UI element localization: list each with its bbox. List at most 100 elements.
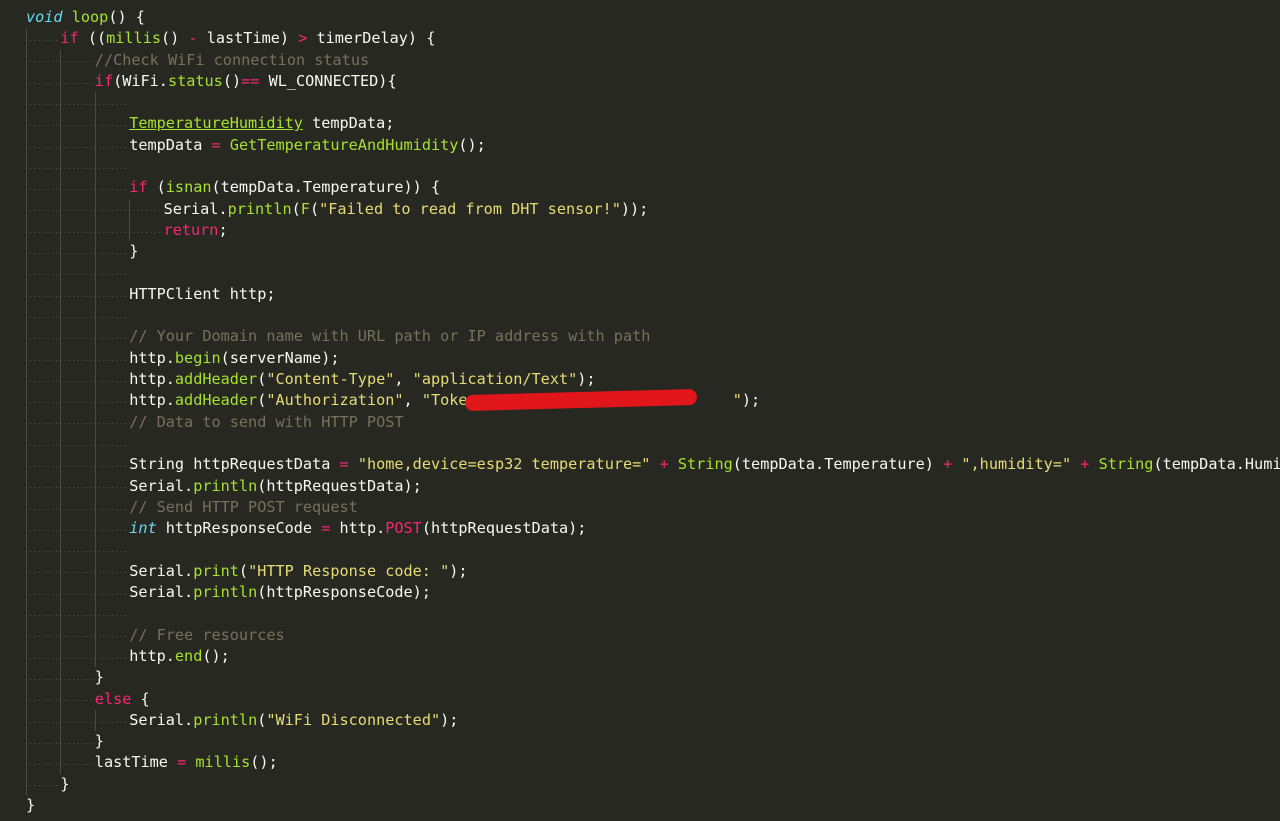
code-content: }: [26, 796, 35, 814]
indent-guide: [26, 156, 27, 178]
indent-guide: [129, 219, 131, 242]
indent-guide: [26, 624, 27, 646]
code-token: ,: [394, 370, 413, 389]
code-line: Serial.println(httpResponseCode);: [0, 582, 1280, 604]
code-token: println: [193, 476, 258, 495]
code-token: Serial.: [163, 199, 228, 218]
code-editor[interactable]: void loop() {if ((millis() - lastTime) >…: [0, 0, 1280, 821]
indent-guide: [94, 560, 96, 583]
code-token: "home,device=esp32 temperature=": [357, 455, 651, 474]
indent-guide: [94, 156, 96, 178]
indent-guide: [60, 113, 62, 135]
indent-guide: [60, 582, 62, 604]
indent-guide: [60, 390, 62, 412]
code-token: lastTime): [197, 29, 299, 48]
indent-guide: [94, 518, 96, 540]
indent-guide: [26, 667, 27, 689]
code-token: else: [94, 689, 132, 708]
whitespace-dots: [26, 752, 95, 774]
whitespace-dots: [26, 390, 130, 412]
code-token: Serial.: [129, 561, 194, 580]
indent-guide: [94, 326, 96, 348]
code-token: millis: [106, 29, 161, 48]
code-token: (: [257, 370, 267, 389]
indent-guide: [94, 539, 96, 561]
code-token: return: [163, 220, 219, 239]
indent-guide: [60, 347, 62, 370]
code-token: http.: [129, 391, 175, 410]
indent-guide: [26, 177, 27, 199]
code-line: //Check WiFi connection status: [0, 49, 1280, 71]
indent-guide: [60, 70, 62, 93]
indent-guide: [94, 709, 96, 732]
code-token: (: [147, 178, 166, 197]
code-token: end: [174, 646, 203, 665]
code-token: ();: [202, 646, 230, 665]
code-line: Serial.print("HTTP Response code: ");: [0, 560, 1280, 583]
code-token: // Send HTTP POST request: [129, 497, 358, 516]
indent-guide: [26, 92, 27, 114]
indent-guide: [26, 305, 27, 327]
code-content: //Check WiFi connection status: [95, 51, 369, 69]
indent-guide: [26, 262, 27, 284]
code-token: millis: [195, 753, 251, 772]
code-line: [0, 305, 1280, 327]
code-token: (httpResponseCode);: [257, 583, 431, 602]
code-token: ();: [458, 135, 486, 154]
indent-guide: [60, 667, 62, 689]
code-line: }: [0, 667, 1280, 689]
code-line: void loop() {: [0, 7, 1280, 28]
indent-guide: [60, 283, 62, 306]
indent-guide: [60, 411, 62, 433]
whitespace-dots: [26, 326, 130, 348]
code-content: Serial.println(httpRequestData);: [129, 477, 422, 495]
indent-guide: [60, 49, 62, 71]
code-token: =: [339, 455, 349, 474]
indent-guide: [60, 731, 62, 753]
whitespace-dots: [26, 432, 130, 455]
code-line: HTTPClient http;: [0, 283, 1280, 306]
code-line: lastTime = millis();: [0, 752, 1280, 774]
code-content: Serial.println(F("Failed to read from DH…: [164, 200, 649, 218]
indent-guide: [94, 283, 96, 306]
whitespace-dots: [26, 603, 130, 625]
code-line: [0, 603, 1280, 625]
code-content: }: [129, 242, 138, 260]
code-content: void loop() {: [26, 8, 145, 26]
indent-guide: [94, 219, 96, 242]
indent-guide: [26, 518, 27, 540]
whitespace-dots: [26, 688, 95, 710]
code-line: [0, 156, 1280, 178]
indent-guide: [60, 198, 62, 220]
code-token: if: [60, 29, 79, 48]
code-token: loop: [71, 8, 109, 26]
code-token: // Data to send with HTTP POST: [129, 412, 404, 431]
indent-guide: [26, 70, 27, 93]
indent-guide: [26, 411, 27, 433]
code-line: }: [0, 773, 1280, 795]
code-token: if: [129, 178, 148, 197]
code-token: httpResponseCode: [156, 519, 322, 538]
code-token: print: [193, 561, 239, 580]
indent-guide: [26, 496, 27, 519]
indent-guide: [26, 219, 27, 242]
code-token: {: [131, 689, 150, 708]
whitespace-dots: [26, 667, 95, 689]
whitespace-dots: [26, 156, 130, 178]
code-token: );: [577, 370, 596, 389]
indent-guide: [26, 645, 27, 668]
indent-guide: [94, 411, 96, 433]
indent-guide: [94, 305, 96, 327]
whitespace-dots: [26, 262, 130, 284]
code-token: -: [188, 29, 198, 48]
code-token: isnan: [165, 178, 212, 197]
whitespace-dots: [26, 49, 95, 71]
code-token: =: [177, 753, 187, 772]
code-line: }: [0, 795, 1280, 816]
indent-guide: [26, 560, 27, 583]
indent-guide: [60, 688, 62, 710]
code-token: (serverName);: [220, 348, 340, 367]
code-token: lastTime: [94, 753, 178, 772]
